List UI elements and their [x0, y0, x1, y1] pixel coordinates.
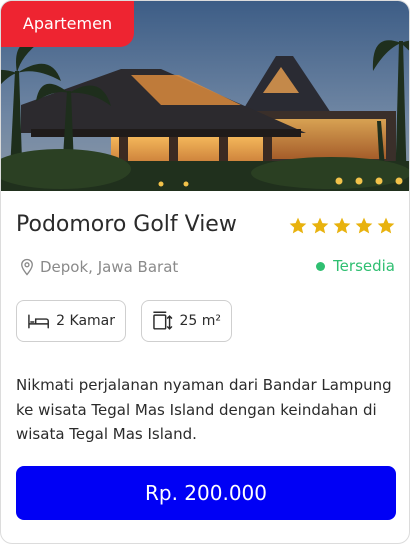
area-chip: 25 m²	[141, 300, 232, 342]
property-card[interactable]: Apartemen Podomoro Golf View Depok, Jawa…	[0, 0, 410, 544]
location-text: Depok, Jawa Barat	[40, 258, 179, 276]
area-text: 25 m²	[179, 313, 221, 329]
star-icon	[333, 217, 351, 234]
star-icon	[311, 217, 329, 234]
status-text: Tersedia	[333, 257, 395, 275]
property-description: Nikmati perjalanan nyaman dari Bandar La…	[16, 376, 392, 443]
status-dot-icon	[316, 261, 326, 271]
star-icon	[355, 217, 373, 234]
category-badge: Apartemen	[1, 1, 134, 47]
star-icon	[377, 217, 395, 234]
area-icon	[153, 311, 173, 330]
price-button[interactable]: Rp. 200.000	[16, 466, 396, 520]
rating-stars	[288, 216, 396, 238]
rooms-chip: 2 Kamar	[16, 300, 126, 342]
star-icon	[289, 217, 307, 234]
rooms-text: 2 Kamar	[56, 313, 115, 329]
location: Depok, Jawa Barat	[18, 257, 178, 277]
bed-icon	[28, 314, 49, 329]
availability-status: Tersedia	[316, 257, 395, 275]
map-pin-icon	[21, 258, 33, 276]
property-title: Podomoro Golf View	[16, 212, 237, 237]
